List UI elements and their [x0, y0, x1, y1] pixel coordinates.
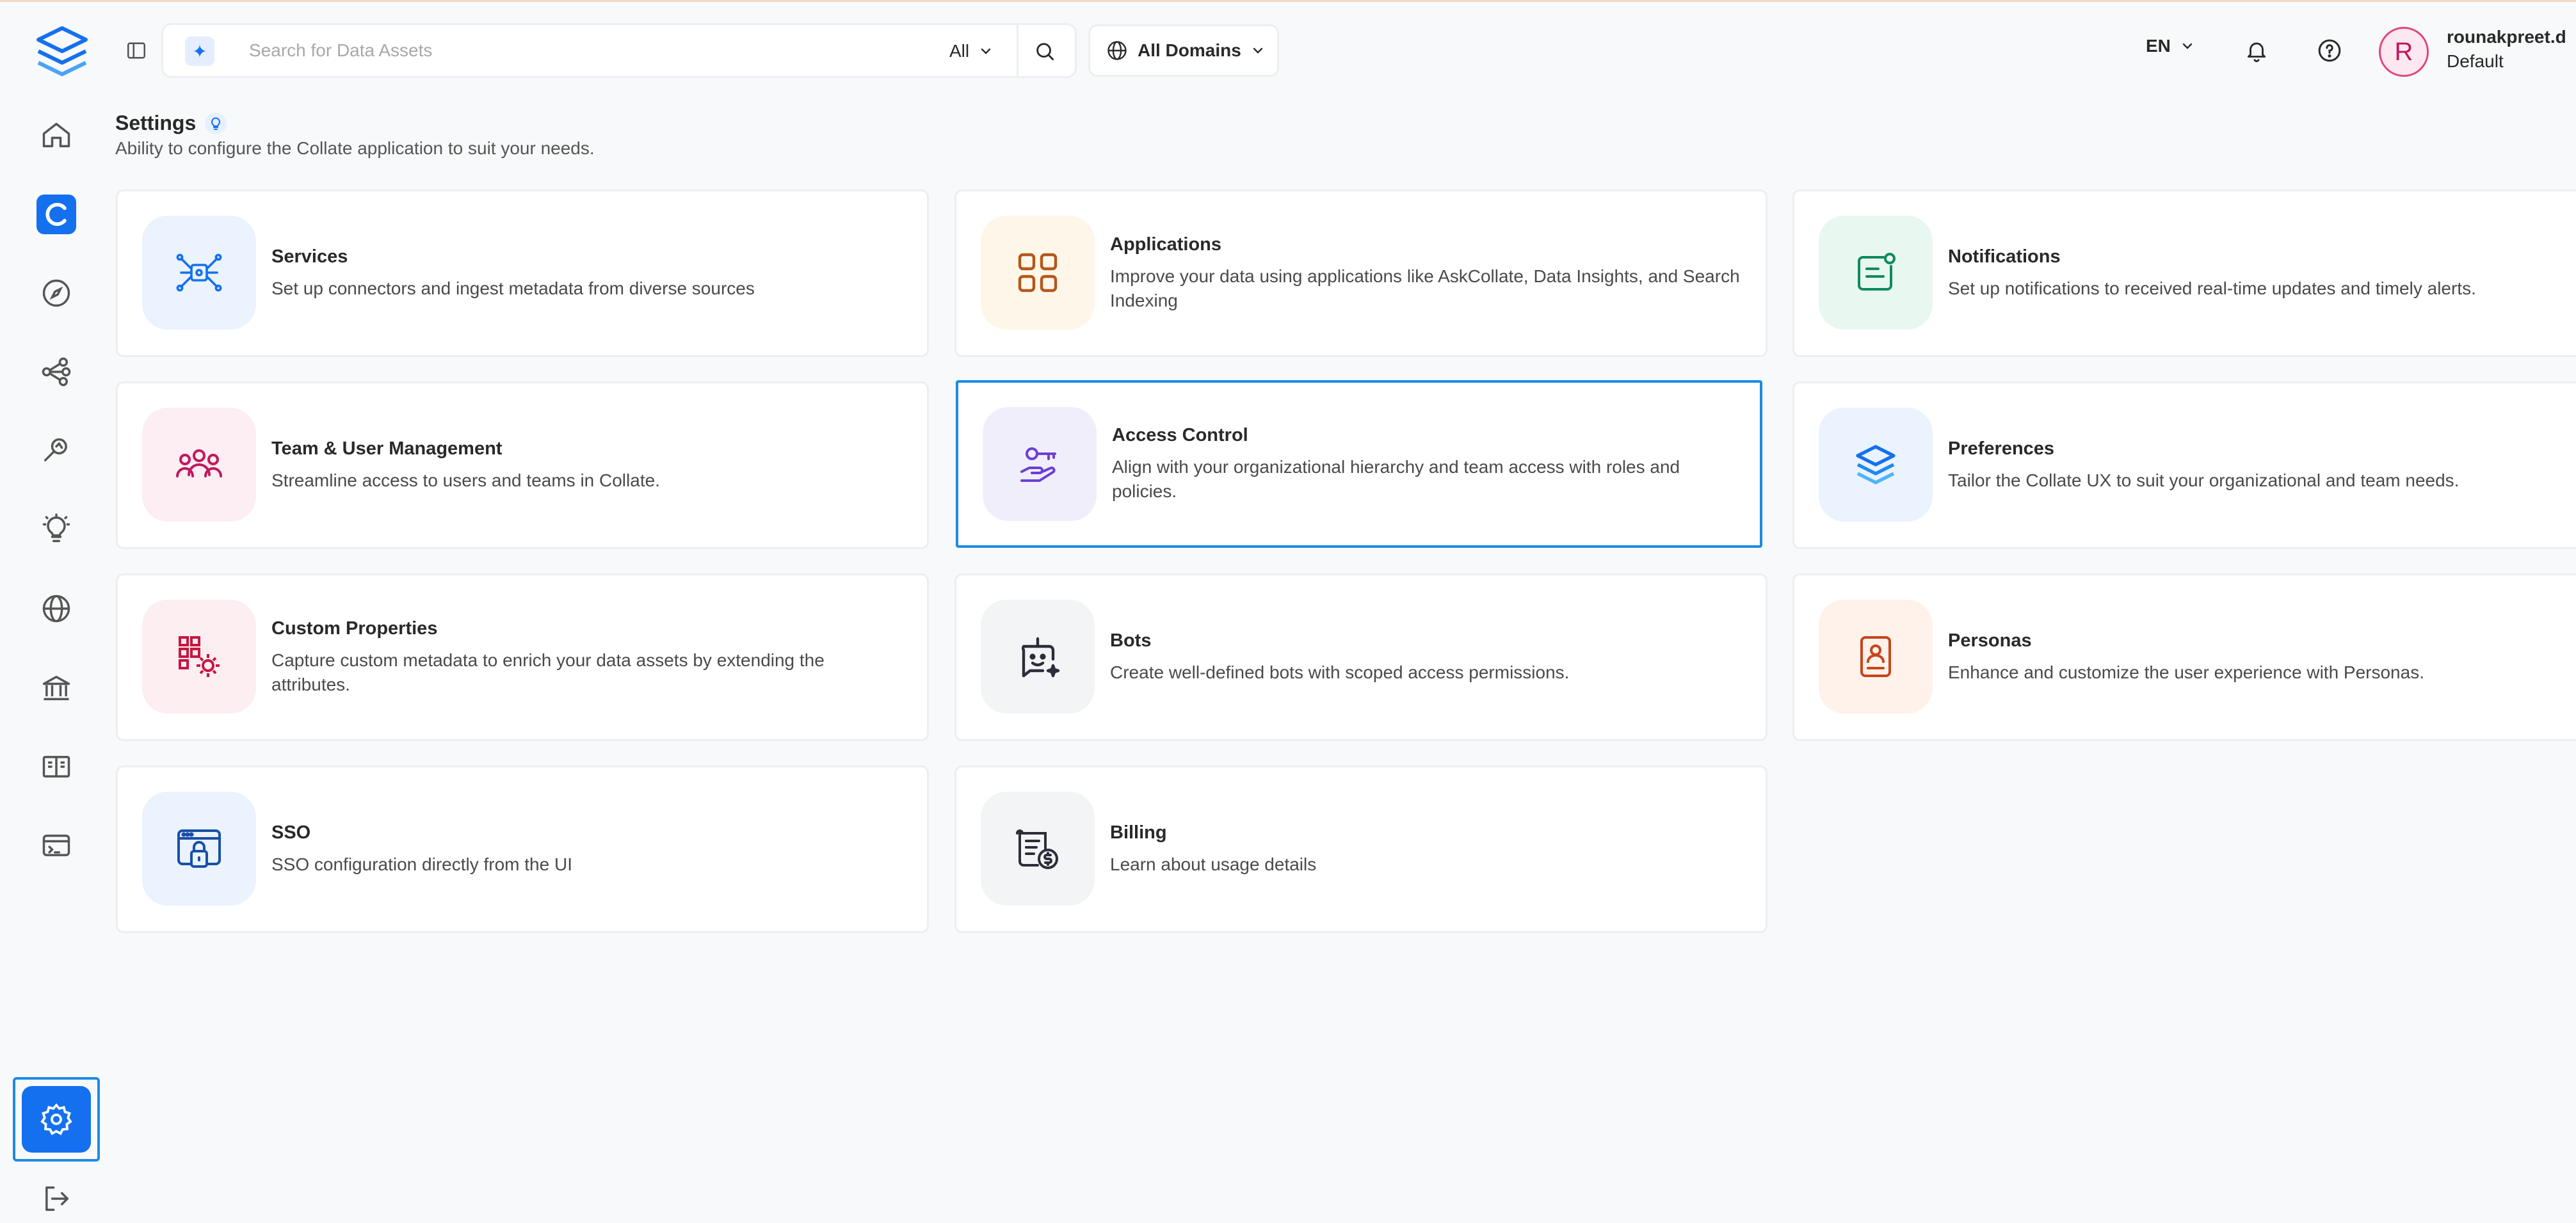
settings-card-team-user-management[interactable]: Team & User Management Streamline access… [116, 381, 929, 549]
card-text: Personas Enhance and customize the user … [1948, 575, 2565, 739]
settings-card-bots[interactable]: Bots Create well-defined bots with scope… [954, 573, 1767, 741]
card-title: Services [271, 246, 348, 267]
sso-icon [142, 792, 256, 906]
domains-globe-icon[interactable] [36, 589, 76, 628]
card-text: Billing Learn about usage details [1110, 767, 1740, 931]
settings-card-notifications[interactable]: Notifications Set up notifications to re… [1792, 189, 2576, 357]
card-text: SSO SSO configuration directly from the … [271, 767, 901, 931]
preferences-icon [1819, 408, 1933, 522]
card-title: Team & User Management [271, 438, 503, 459]
search-divider [1017, 25, 1018, 76]
search-bar[interactable]: ✦ Search for Data Assets All [161, 23, 1077, 78]
page-title-text: Settings [115, 111, 197, 134]
query-terminal-icon[interactable] [36, 826, 76, 865]
card-description: Streamline access to users and teams in … [271, 470, 660, 490]
card-description: Set up connectors and ingest metadata fr… [271, 278, 755, 298]
settings-card-services[interactable]: Services Set up connectors and ingest me… [116, 189, 929, 357]
settings-card-preferences[interactable]: Preferences Tailor the Collate UX to sui… [1792, 381, 2576, 549]
card-title: Billing [1110, 822, 1167, 843]
governance-bank-icon[interactable] [36, 668, 76, 708]
card-text: Bots Create well-defined bots with scope… [1110, 575, 1740, 739]
chevron-down-icon [981, 48, 991, 54]
user-name[interactable]: rounakpreet.d [2447, 27, 2566, 47]
services-icon [142, 216, 256, 330]
card-title: Personas [1948, 630, 2032, 651]
page-subtitle: Ability to configure the Collate applica… [115, 138, 595, 158]
language-label: EN [2146, 36, 2171, 56]
card-description: Improve your data using applications lik… [1110, 266, 1740, 310]
domain-selector-label: All Domains [1138, 40, 1241, 60]
card-description: SSO configuration directly from the UI [271, 854, 572, 874]
language-selector[interactable]: EN [2146, 36, 2195, 56]
search-filter-dropdown[interactable]: All [949, 36, 994, 66]
billing-icon [981, 792, 1095, 906]
top-accent-line [0, 0, 2576, 2]
settings-card-custom-properties[interactable]: Custom Properties Capture custom metadat… [116, 573, 929, 741]
card-title: Applications [1110, 234, 1222, 255]
card-text: Team & User Management Streamline access… [271, 383, 901, 547]
explore-compass-icon[interactable] [36, 273, 76, 313]
card-text: Access Control Align with your organizat… [1112, 383, 1734, 545]
settings-card-sso[interactable]: SSO SSO configuration directly from the … [116, 765, 929, 933]
card-text: Preferences Tailor the Collate UX to sui… [1948, 383, 2565, 547]
card-title: Custom Properties [271, 618, 438, 639]
card-description: Align with your organizational hierarchy… [1112, 456, 1680, 501]
ask-collate-icon[interactable] [36, 195, 76, 234]
settings-card-billing[interactable]: Billing Learn about usage details [954, 765, 1767, 933]
card-title: Access Control [1112, 424, 1248, 445]
notifications-icon [1819, 216, 1933, 330]
globe-icon [1107, 41, 1127, 60]
bots-icon [981, 600, 1095, 714]
access-control-icon [983, 407, 1097, 521]
chevron-down-icon [2182, 43, 2193, 49]
page-title: Settings [115, 111, 227, 135]
custom-properties-icon [142, 600, 256, 714]
card-description: Enhance and customize the user experienc… [1948, 662, 2424, 682]
home-icon[interactable] [36, 115, 76, 155]
gear-icon [22, 1086, 91, 1153]
card-text: Notifications Set up notifications to re… [1948, 191, 2565, 355]
card-description: Tailor the Collate UX to suit your organ… [1948, 470, 2459, 490]
domain-selector[interactable]: All Domains [1088, 24, 1279, 77]
user-role: Default [2447, 51, 2504, 71]
left-sidebar [0, 0, 113, 1223]
search-icon[interactable] [1027, 34, 1062, 68]
card-description: Create well-defined bots with scoped acc… [1110, 662, 1570, 682]
ai-sparkle-icon[interactable]: ✦ [185, 36, 214, 66]
avatar[interactable]: R [2379, 27, 2429, 77]
search-input[interactable]: Search for Data Assets [249, 38, 432, 63]
card-title: Bots [1110, 630, 1152, 651]
card-text: Applications Improve your data using app… [1110, 191, 1740, 355]
settings-nav-button[interactable] [13, 1077, 100, 1162]
card-description: Learn about usage details [1110, 854, 1317, 874]
team-icon [142, 408, 256, 522]
search-filter-label: All [949, 41, 970, 61]
applications-icon [981, 216, 1095, 330]
help-icon[interactable] [2314, 35, 2346, 67]
settings-card-applications[interactable]: Applications Improve your data using app… [954, 189, 1767, 357]
logout-icon[interactable] [36, 1179, 76, 1219]
card-text: Services Set up connectors and ingest me… [271, 191, 901, 355]
settings-card-personas[interactable]: Personas Enhance and customize the user … [1792, 573, 2576, 741]
personas-icon [1819, 600, 1933, 714]
chevron-down-icon [1253, 47, 1263, 54]
card-description: Set up notifications to received real-ti… [1948, 278, 2476, 298]
collate-logo[interactable] [33, 23, 91, 81]
settings-card-access-control[interactable]: Access Control Align with your organizat… [956, 380, 1762, 548]
insights-bulb-icon[interactable] [36, 510, 76, 550]
card-description: Capture custom metadata to enrich your d… [271, 650, 825, 694]
observability-icon[interactable] [36, 431, 76, 470]
bell-icon[interactable] [2241, 35, 2273, 67]
card-title: Preferences [1948, 438, 2055, 459]
glossary-book-icon[interactable] [36, 747, 76, 787]
lineage-icon[interactable] [36, 352, 76, 392]
bulb-info-icon[interactable] [205, 112, 227, 134]
card-title: Notifications [1948, 246, 2061, 267]
card-title: SSO [271, 822, 311, 843]
sidebar-toggle-icon[interactable] [122, 36, 151, 65]
card-text: Custom Properties Capture custom metadat… [271, 575, 901, 739]
